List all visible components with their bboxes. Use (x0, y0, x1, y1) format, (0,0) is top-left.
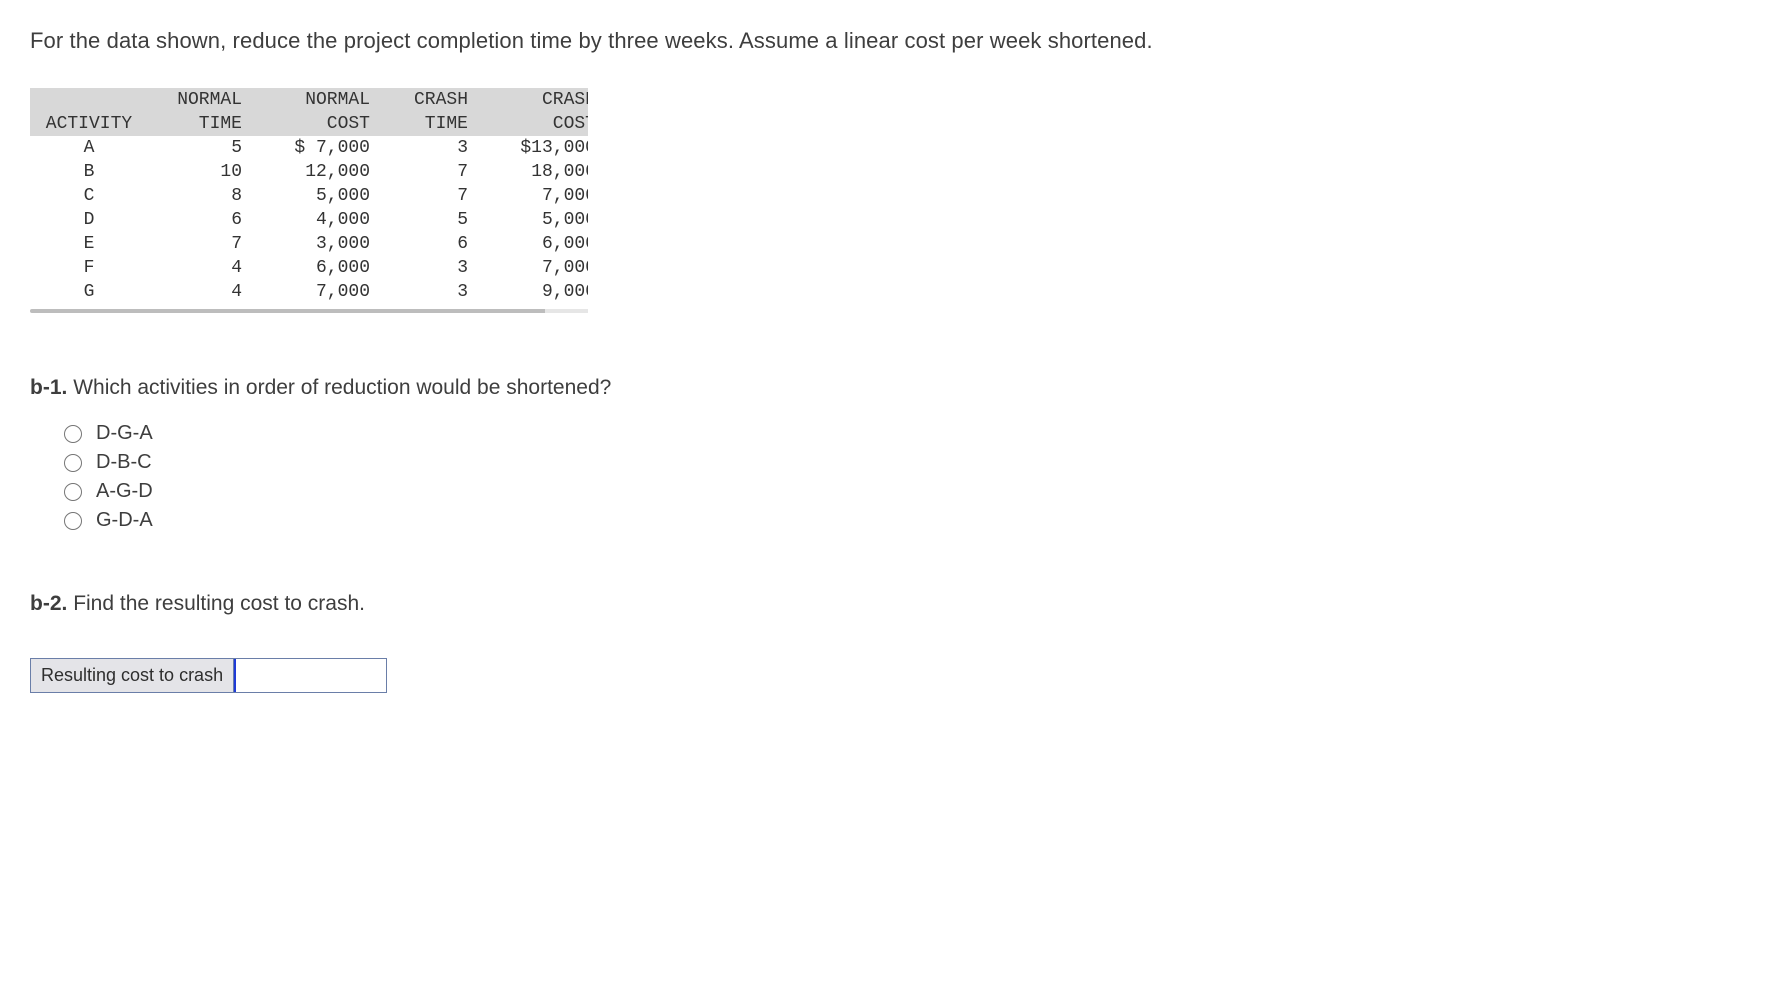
header-normal-1: NORMAL (148, 88, 246, 112)
cell-activity: G (30, 280, 148, 304)
question-b1-options: D-G-A D-B-C A-G-D G-D-A (64, 422, 1758, 532)
question-b1-prefix: b-1. (30, 376, 67, 399)
table-row: E 7 3,000 6 6,000 (30, 232, 588, 256)
option-label: D-B-C (96, 451, 152, 474)
table-row: F 4 6,000 3 7,000 (30, 256, 588, 280)
cell-activity: C (30, 184, 148, 208)
table-row: D 6 4,000 5 5,000 (30, 208, 588, 232)
question-b2: b-2. Find the resulting cost to crash. R… (30, 592, 1758, 693)
radio-option-3[interactable] (64, 512, 82, 530)
question-b1: b-1. Which activities in order of reduct… (30, 376, 1758, 532)
radio-option-0[interactable] (64, 425, 82, 443)
header-crash-1: CRASH (374, 88, 472, 112)
header-normal-cost: COST (246, 112, 374, 136)
question-b2-text: b-2. Find the resulting cost to crash. (30, 592, 1758, 616)
radio-option-2[interactable] (64, 483, 82, 501)
table-row: A 5 $ 7,000 3 $13,000 (30, 136, 588, 160)
cell-ctime: 7 (374, 184, 472, 208)
cell-ntime: 4 (148, 256, 246, 280)
data-table-wrap: NORMAL NORMAL CRASH CRASH ACTIVITY TIME … (30, 88, 588, 316)
cell-ncost: 4,000 (246, 208, 374, 232)
resulting-cost-input[interactable] (234, 659, 386, 692)
option-label: G-D-A (96, 509, 153, 532)
header-blank (30, 88, 148, 112)
table-horizontal-scrollbar[interactable] (30, 306, 588, 316)
cell-ccost: 7,000 (472, 184, 588, 208)
header-crash-2: CRASH (472, 88, 588, 112)
cell-activity: A (30, 136, 148, 160)
option-d-b-c[interactable]: D-B-C (64, 451, 1758, 474)
option-label: D-G-A (96, 422, 153, 445)
radio-option-1[interactable] (64, 454, 82, 472)
cell-ctime: 3 (374, 280, 472, 304)
header-crash-cost: COST (472, 112, 588, 136)
cell-ncost: 12,000 (246, 160, 374, 184)
cell-activity: E (30, 232, 148, 256)
cell-ctime: 3 (374, 256, 472, 280)
question-b2-body: Find the resulting cost to crash. (73, 592, 365, 615)
option-a-g-d[interactable]: A-G-D (64, 480, 1758, 503)
cell-ntime: 4 (148, 280, 246, 304)
cell-ccost: 5,000 (472, 208, 588, 232)
cell-ntime: 6 (148, 208, 246, 232)
cell-activity: F (30, 256, 148, 280)
question-b2-prefix: b-2. (30, 592, 67, 615)
cell-ccost: 7,000 (472, 256, 588, 280)
header-normal-time: TIME (148, 112, 246, 136)
cell-ctime: 3 (374, 136, 472, 160)
cell-ctime: 7 (374, 160, 472, 184)
cell-ntime: 5 (148, 136, 246, 160)
header-activity: ACTIVITY (30, 112, 148, 136)
cell-ntime: 8 (148, 184, 246, 208)
option-label: A-G-D (96, 480, 153, 503)
cell-ccost: $13,000 (472, 136, 588, 160)
problem-statement: For the data shown, reduce the project c… (30, 28, 1758, 54)
cell-activity: D (30, 208, 148, 232)
cell-ctime: 5 (374, 208, 472, 232)
cell-ntime: 10 (148, 160, 246, 184)
cell-ncost: 6,000 (246, 256, 374, 280)
answer-row: Resulting cost to crash (30, 658, 387, 693)
cell-ncost: $ 7,000 (246, 136, 374, 160)
header-normal-2: NORMAL (246, 88, 374, 112)
header-crash-time: TIME (374, 112, 472, 136)
cell-ctime: 6 (374, 232, 472, 256)
cell-ncost: 7,000 (246, 280, 374, 304)
table-row: B 10 12,000 7 18,000 (30, 160, 588, 184)
activity-data-table: NORMAL NORMAL CRASH CRASH ACTIVITY TIME … (30, 88, 588, 304)
table-header-row-2: ACTIVITY TIME COST TIME COST (30, 112, 588, 136)
cell-ccost: 6,000 (472, 232, 588, 256)
option-g-d-a[interactable]: G-D-A (64, 509, 1758, 532)
cell-ntime: 7 (148, 232, 246, 256)
table-header-row-1: NORMAL NORMAL CRASH CRASH (30, 88, 588, 112)
cell-ncost: 3,000 (246, 232, 374, 256)
answer-label: Resulting cost to crash (31, 659, 234, 692)
cell-ccost: 9,000 (472, 280, 588, 304)
table-row: G 4 7,000 3 9,000 (30, 280, 588, 304)
question-b1-body: Which activities in order of reduction w… (73, 376, 611, 399)
cell-ncost: 5,000 (246, 184, 374, 208)
cell-ccost: 18,000 (472, 160, 588, 184)
option-d-g-a[interactable]: D-G-A (64, 422, 1758, 445)
table-row: C 8 5,000 7 7,000 (30, 184, 588, 208)
question-b1-text: b-1. Which activities in order of reduct… (30, 376, 1758, 400)
cell-activity: B (30, 160, 148, 184)
